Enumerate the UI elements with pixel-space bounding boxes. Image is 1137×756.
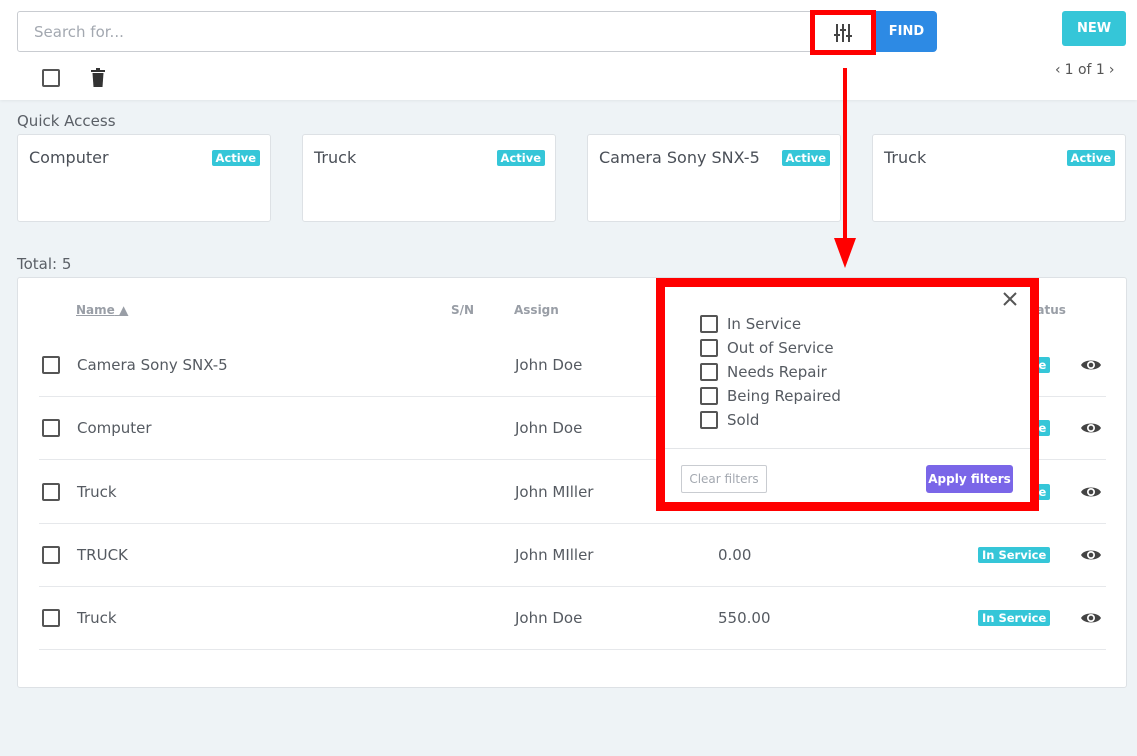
filter-option[interactable]: Being Repaired	[700, 384, 841, 408]
table-row[interactable]: TRUCK John MIller 0.00 In Service	[39, 524, 1106, 587]
sliders-icon	[834, 23, 852, 42]
filter-option-label: Being Repaired	[727, 387, 841, 405]
total-count: Total: 5	[17, 255, 72, 273]
row-checkbox[interactable]	[42, 356, 60, 374]
sort-asc-icon: ▲	[118, 303, 129, 317]
status-badge: Active	[496, 150, 545, 166]
card-name: Truck	[884, 148, 927, 167]
row-checkbox[interactable]	[42, 419, 60, 438]
eye-icon[interactable]	[1080, 547, 1102, 563]
item-assignee: John Doe	[515, 356, 583, 374]
divider	[665, 448, 1030, 449]
filter-option[interactable]: In Service	[700, 312, 841, 336]
table-row[interactable]: Truck John Doe 550.00 In Service	[39, 587, 1106, 651]
new-button[interactable]: NEW	[1062, 11, 1126, 46]
filter-option-label: Out of Service	[727, 339, 834, 357]
filter-option-label: Sold	[727, 411, 760, 429]
annotation-arrow	[834, 68, 856, 268]
filter-popup: In Service Out of Service Needs Repair Bein…	[656, 278, 1039, 511]
apply-filters-button[interactable]: Apply filters	[926, 465, 1013, 493]
column-header-assign[interactable]: Assign	[514, 303, 559, 317]
select-all-checkbox[interactable]	[42, 69, 60, 87]
status-badge: In Service	[978, 610, 1051, 627]
item-name[interactable]: Truck	[77, 483, 117, 501]
pagination: ‹ 1 of 1 ›	[1055, 62, 1114, 78]
row-checkbox[interactable]	[42, 482, 60, 501]
quick-access-card[interactable]: Computer Active	[17, 134, 271, 222]
column-header-name[interactable]: Name ▲	[76, 303, 128, 317]
clear-filters-button[interactable]: Clear filters	[681, 465, 767, 493]
row-checkbox[interactable]	[42, 545, 60, 564]
top-toolbar: FIND NEW ‹ 1 of 1 ›	[0, 0, 1137, 100]
item-value: 0.00	[718, 545, 752, 564]
status-badge: In Service	[978, 546, 1051, 563]
eye-icon[interactable]	[1080, 484, 1102, 500]
item-assignee: John Doe	[515, 609, 583, 628]
trash-icon[interactable]	[90, 68, 106, 87]
filter-checkbox[interactable]	[700, 387, 718, 405]
card-name: Computer	[29, 148, 109, 167]
card-name: Camera Sony SNX-5	[599, 148, 760, 167]
filter-checkbox[interactable]	[700, 363, 718, 381]
item-value: 550.00	[718, 609, 771, 628]
item-name[interactable]: Computer	[77, 419, 152, 437]
find-button[interactable]: FIND	[876, 11, 937, 52]
filter-option[interactable]: Sold	[700, 408, 841, 432]
filter-checkbox[interactable]	[700, 411, 718, 429]
eye-icon[interactable]	[1080, 610, 1102, 626]
search-input[interactable]	[17, 11, 817, 52]
eye-icon[interactable]	[1080, 420, 1102, 436]
quick-access-card[interactable]: Camera Sony SNX-5 Active	[587, 134, 841, 222]
status-badge: Active	[211, 150, 260, 166]
item-assignee: John MIller	[515, 545, 594, 564]
filter-checkbox[interactable]	[700, 315, 718, 333]
status-badge: Active	[781, 150, 830, 166]
page-indicator: 1 of 1	[1064, 62, 1105, 78]
filter-button[interactable]	[810, 10, 876, 55]
quick-access-card[interactable]: Truck Active	[872, 134, 1126, 222]
status-badge: Active	[1066, 150, 1115, 166]
item-name[interactable]: Camera Sony SNX-5	[77, 356, 228, 374]
filter-checkbox[interactable]	[700, 339, 718, 357]
next-page-icon[interactable]: ›	[1109, 62, 1115, 78]
item-name[interactable]: TRUCK	[77, 546, 128, 564]
filter-option-label: Needs Repair	[727, 363, 827, 381]
quick-access-title: Quick Access	[17, 112, 116, 130]
column-header-sn[interactable]: S/N	[451, 303, 474, 317]
item-name[interactable]: Truck	[77, 609, 117, 627]
row-checkbox[interactable]	[42, 609, 60, 628]
card-name: Truck	[314, 148, 357, 167]
filter-option[interactable]: Out of Service	[700, 336, 841, 360]
item-assignee: John MIller	[515, 482, 594, 501]
filter-option-label: In Service	[727, 315, 802, 333]
filter-option[interactable]: Needs Repair	[700, 360, 841, 384]
prev-page-icon[interactable]: ‹	[1055, 62, 1061, 78]
close-icon[interactable]	[1002, 291, 1018, 307]
quick-access-card[interactable]: Truck Active	[302, 134, 556, 222]
eye-icon[interactable]	[1080, 357, 1102, 373]
item-assignee: John Doe	[515, 419, 583, 438]
